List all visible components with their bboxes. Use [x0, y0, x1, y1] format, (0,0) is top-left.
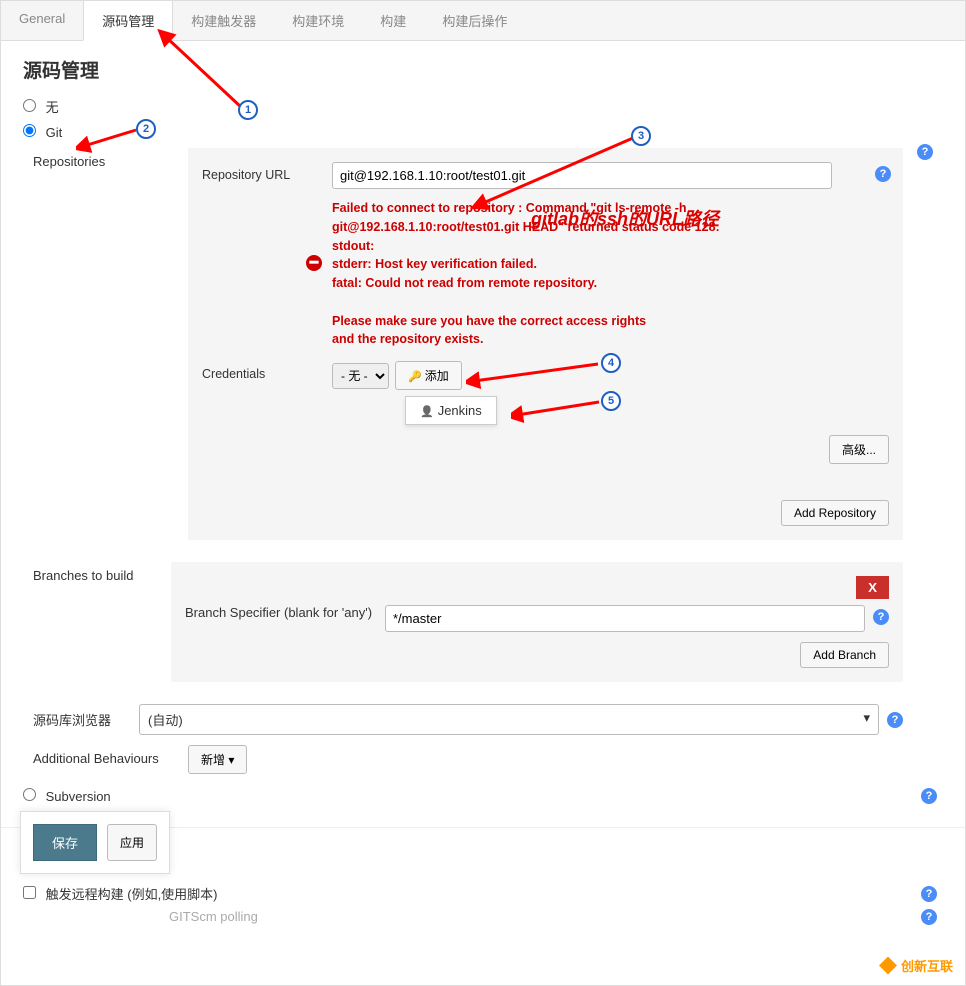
ssh-annotation-label: gitlab的ssh的URL路径 [531, 205, 719, 231]
radio-subversion[interactable]: Subversion [23, 789, 111, 804]
remove-branch-button[interactable]: X [856, 576, 889, 599]
repo-browser-label: 源码库浏览器 [33, 704, 139, 729]
watermark-icon [879, 957, 897, 975]
credentials-select[interactable]: - 无 - [332, 363, 389, 389]
arrow-icon [511, 399, 606, 423]
arrow-icon [461, 136, 641, 216]
footer-actions: 保存 应用 [20, 811, 170, 874]
add-credentials-button[interactable]: 添加 [395, 361, 462, 390]
radio-none[interactable]: 无 [23, 100, 59, 115]
config-tabs: General 源码管理 构建触发器 构建环境 构建 构建后操作 [1, 1, 965, 41]
save-button[interactable]: 保存 [33, 824, 97, 861]
help-icon[interactable]: ? [921, 909, 937, 925]
annotation-3: 3 [631, 126, 651, 146]
error-icon: ━ [306, 255, 322, 271]
help-icon[interactable]: ? [887, 712, 903, 728]
additional-behaviours-label: Additional Behaviours [33, 745, 188, 766]
branch-specifier-input[interactable] [385, 605, 865, 632]
apply-button[interactable]: 应用 [107, 824, 157, 861]
advanced-button[interactable]: 高级... [829, 435, 889, 464]
jenkins-dropdown-item[interactable]: Jenkins [405, 396, 497, 425]
branches-label: Branches to build [33, 562, 171, 583]
annotation-2: 2 [136, 119, 156, 139]
add-behaviour-button[interactable]: 新增 ▾ [188, 745, 247, 774]
help-icon[interactable]: ? [873, 609, 889, 625]
annotation-5: 5 [601, 391, 621, 411]
help-icon[interactable]: ? [917, 144, 933, 160]
arrow-icon [466, 361, 606, 391]
add-branch-button[interactable]: Add Branch [800, 642, 889, 668]
annotation-1: 1 [238, 100, 258, 120]
watermark: 创新互联 [879, 956, 953, 975]
annotation-4: 4 [601, 353, 621, 373]
help-icon[interactable]: ? [921, 788, 937, 804]
branch-specifier-label: Branch Specifier (blank for 'any') [185, 605, 385, 620]
tab-post[interactable]: 构建后操作 [424, 1, 525, 40]
tab-env[interactable]: 构建环境 [274, 1, 362, 40]
radio-git[interactable]: Git [23, 125, 62, 140]
gitscm-polling-text: GITScm polling [169, 909, 258, 924]
help-icon[interactable]: ? [875, 166, 891, 182]
credentials-label: Credentials [202, 361, 332, 381]
repo-browser-select[interactable]: (自动)▾ [139, 704, 879, 735]
tab-general[interactable]: General [1, 1, 83, 40]
add-repository-button[interactable]: Add Repository [781, 500, 889, 526]
tab-build[interactable]: 构建 [362, 1, 424, 40]
repo-url-label: Repository URL [202, 162, 332, 182]
